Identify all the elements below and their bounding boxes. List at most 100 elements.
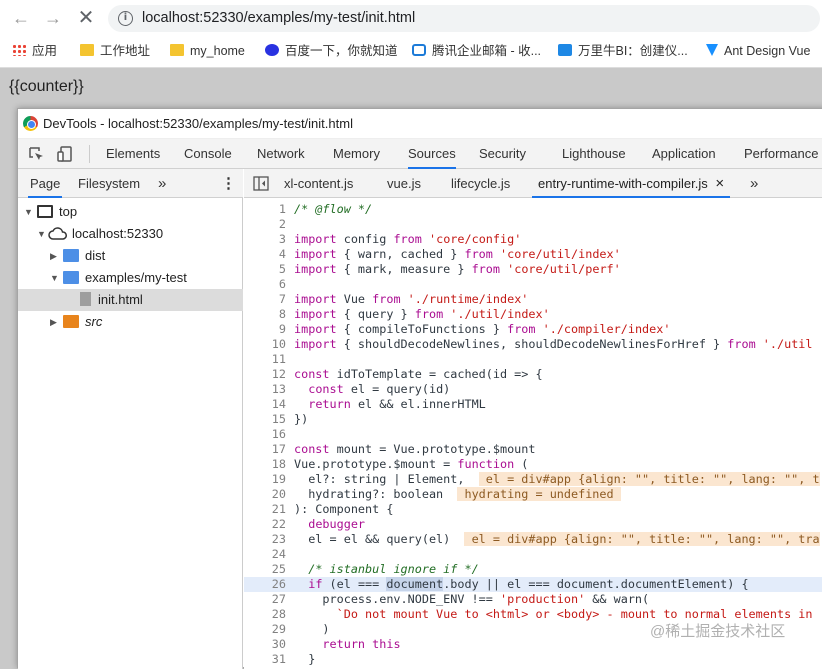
tree-label: dist xyxy=(85,248,106,263)
code-line: 22 debugger xyxy=(271,517,366,531)
editor-tab-entry-runtime-with-compiler[interactable]: entry-runtime-with-compiler.js × xyxy=(532,169,731,198)
bookmark-label: 万里牛BI：创建仪... xyxy=(578,44,688,58)
inspect-element-icon[interactable] xyxy=(28,146,44,162)
bookmark-label: 腾讯企业邮箱 - 收... xyxy=(432,44,542,58)
baidu-paw-icon xyxy=(265,44,279,56)
tab-console[interactable]: Console xyxy=(184,139,232,169)
sources-navigator: Page Filesystem » ⋮ ▼ top ▼ localhost:52… xyxy=(18,169,243,669)
url-text: localhost:52330/examples/my-test/init.ht… xyxy=(142,10,416,26)
more-tabs-icon[interactable]: » xyxy=(158,169,166,198)
code-line: 13 const el = query(id) xyxy=(271,382,451,396)
tree-label: src xyxy=(85,314,103,329)
code-line: 1/* @flow */ xyxy=(278,202,373,216)
tab-memory[interactable]: Memory xyxy=(333,139,380,169)
bookmark-label: 工作地址 xyxy=(100,44,151,58)
tab-network[interactable]: Network xyxy=(257,139,305,169)
tab-page[interactable]: Page xyxy=(28,169,63,198)
tree-label: top xyxy=(59,204,78,219)
devtools-window: DevTools - localhost:52330/examples/my-t… xyxy=(17,108,822,669)
code-line: 18 Vue.prototype.$mount = function ( xyxy=(271,457,529,471)
folder-icon xyxy=(80,44,94,56)
code-line: 4 import { warn, cached } from 'core/util… xyxy=(278,247,621,261)
kebab-menu-icon[interactable]: ⋮ xyxy=(221,169,236,198)
code-line: 27 process.env.NODE_ENV !== 'production'… xyxy=(271,592,650,606)
bookmark-ant-design-vue[interactable]: Ant Design Vue xyxy=(706,41,810,61)
editor-tab-vue[interactable]: vue.js xyxy=(387,169,421,198)
code-line: 7 import Vue from './runtime/index' xyxy=(278,292,529,306)
code-line: 3 import config from 'core/config' xyxy=(278,232,522,246)
code-line: 21): Component { xyxy=(271,502,394,516)
editor-tab-bar: xl-content.js vue.js lifecycle.js entry-… xyxy=(244,169,822,198)
bookmark-baidu[interactable]: 百度一下，你就知道 xyxy=(265,41,398,61)
bookmarks-bar: 应用 工作地址 my_home 百度一下，你就知道 腾讯企业邮箱 - 收... … xyxy=(0,38,822,64)
folder-icon xyxy=(63,249,79,262)
page-content-text: {{counter}} xyxy=(9,78,84,95)
tencent-mail-icon xyxy=(412,44,426,56)
code-line: 10 import { shouldDecodeNewlines, shouldD… xyxy=(271,337,813,351)
devtools-titlebar: DevTools - localhost:52330/examples/my-t… xyxy=(18,109,822,139)
frame-icon xyxy=(37,205,53,218)
tree-item-examples-my-test[interactable]: ▼ examples/my-test xyxy=(18,267,243,289)
forward-arrow-icon[interactable]: → xyxy=(43,8,63,28)
bookmark-wanliniu[interactable]: 万里牛BI：创建仪... xyxy=(558,41,688,61)
tab-lighthouse[interactable]: Lighthouse xyxy=(562,139,626,169)
file-icon xyxy=(80,292,91,306)
bookmark-label: my_home xyxy=(190,44,245,58)
toggle-navigator-icon[interactable] xyxy=(253,176,269,191)
editor-tab-lifecycle[interactable]: lifecycle.js xyxy=(451,169,510,198)
cloud-icon xyxy=(48,227,67,240)
code-view[interactable]: 1/* @flow */ 2 3 import config from 'core… xyxy=(244,202,822,669)
wanliniu-icon xyxy=(558,44,572,56)
source-editor: xl-content.js vue.js lifecycle.js entry-… xyxy=(244,169,822,669)
device-toolbar-icon[interactable] xyxy=(57,146,73,162)
editor-tab-xl-content[interactable]: xl-content.js xyxy=(284,169,353,198)
address-bar[interactable]: i localhost:52330/examples/my-test/init.… xyxy=(108,5,820,32)
more-editor-tabs-icon[interactable]: » xyxy=(750,169,758,198)
code-line: 16 xyxy=(271,427,286,441)
bookmark-work-address[interactable]: 工作地址 xyxy=(80,41,150,61)
close-tab-icon[interactable]: × xyxy=(715,175,724,192)
antd-icon xyxy=(706,44,718,56)
bookmark-tencent-mail[interactable]: 腾讯企业邮箱 - 收... xyxy=(412,41,541,61)
tree-item-src[interactable]: ▶ src xyxy=(18,311,243,333)
tree-label: examples/my-test xyxy=(85,270,187,285)
devtools-tab-bar: Elements Console Network Memory Sources … xyxy=(18,139,822,169)
bookmark-label: 百度一下，你就知道 xyxy=(285,44,398,58)
tree-item-top[interactable]: ▼ top xyxy=(18,201,243,223)
tree-item-localhost[interactable]: ▼ localhost:52330 xyxy=(18,223,243,245)
code-line: 15}) xyxy=(271,412,309,426)
folder-icon xyxy=(63,271,79,284)
expanded-triangle-icon: ▼ xyxy=(24,207,33,217)
tree-label: init.html xyxy=(98,292,143,307)
back-arrow-icon[interactable]: ← xyxy=(11,8,31,28)
tree-item-init-html[interactable]: init.html xyxy=(18,289,243,311)
tab-application[interactable]: Application xyxy=(652,139,716,169)
tab-security[interactable]: Security xyxy=(479,139,526,169)
navigator-tab-bar: Page Filesystem » ⋮ xyxy=(18,169,243,198)
code-line: 19 el?: string | Element, el = div#app {… xyxy=(271,472,820,486)
code-line: 11 xyxy=(271,352,286,366)
tree-item-dist[interactable]: ▶ dist xyxy=(18,245,243,267)
bookmark-my-home[interactable]: my_home xyxy=(170,41,245,61)
bookmark-label: 应用 xyxy=(32,44,58,58)
collapsed-triangle-icon: ▶ xyxy=(50,317,57,327)
code-line: 9 import { compileToFunctions } from './c… xyxy=(278,322,671,336)
tab-elements[interactable]: Elements xyxy=(106,139,160,169)
tab-filesystem[interactable]: Filesystem xyxy=(78,169,140,198)
tab-sources[interactable]: Sources xyxy=(408,139,456,169)
code-line-current: 26 if (el === document.body || el === do… xyxy=(244,577,822,592)
code-line: 24 xyxy=(271,547,286,561)
code-line: 23 el = el && query(el) el = div#app {al… xyxy=(271,532,820,546)
tab-performance[interactable]: Performance xyxy=(744,139,818,169)
folder-icon xyxy=(170,44,184,56)
bookmark-apps[interactable]: 应用 xyxy=(12,41,57,61)
code-line: 2 xyxy=(278,217,286,231)
navigation-bar: ← → ✕ i localhost:52330/examples/my-test… xyxy=(0,0,822,36)
chrome-logo-icon xyxy=(23,116,38,131)
tree-label: localhost:52330 xyxy=(72,226,164,241)
stop-loading-icon[interactable]: ✕ xyxy=(76,8,96,28)
info-icon[interactable]: i xyxy=(118,11,133,26)
browser-chrome: ← → ✕ i localhost:52330/examples/my-test… xyxy=(0,0,822,68)
code-line: 25 /* istanbul ignore if */ xyxy=(271,562,479,576)
code-line: 12 const idToTemplate = cached(id => { xyxy=(271,367,543,381)
